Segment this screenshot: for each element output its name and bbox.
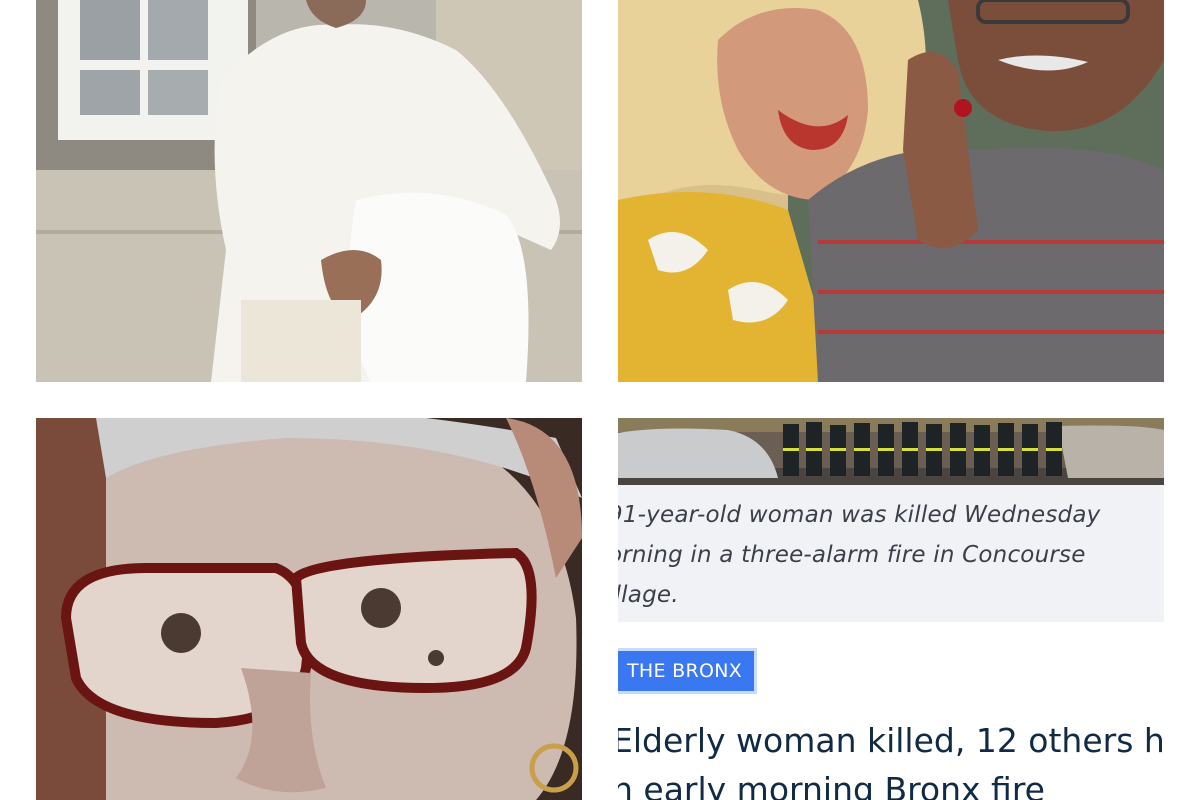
headline-line: Elderly woman killed, 12 others hu <box>618 721 1164 760</box>
caption-line: illage. <box>618 582 679 608</box>
section-tag-the-bronx[interactable]: THE BRONX <box>618 648 758 694</box>
photo-elderly-woman-glasses[interactable] <box>36 418 582 800</box>
story-card[interactable]: 91-year-old woman was killed Wednesday o… <box>618 418 1164 800</box>
headline-line: n early morning Bronx fire <box>618 770 1045 800</box>
story-headline-link[interactable]: Elderly woman killed, 12 others hu n ear… <box>618 716 1164 800</box>
elderly-woman-glasses-image <box>36 418 582 800</box>
photo-laughing-couple[interactable] <box>618 0 1164 382</box>
photo-caption: 91-year-old woman was killed Wednesday o… <box>618 485 1164 622</box>
caption-line: orning in a three-alarm fire in Concours… <box>618 542 1086 568</box>
caption-text: 91-year-old woman was killed Wednesday o… <box>618 495 1164 615</box>
firefighters-street-image <box>618 418 1164 485</box>
caption-line: 91-year-old woman was killed Wednesday <box>618 502 1101 528</box>
photo-woman-white-blouse[interactable] <box>36 0 582 382</box>
story-photo[interactable] <box>618 418 1164 485</box>
laughing-couple-image <box>618 0 1164 382</box>
woman-white-blouse-image <box>36 0 582 382</box>
